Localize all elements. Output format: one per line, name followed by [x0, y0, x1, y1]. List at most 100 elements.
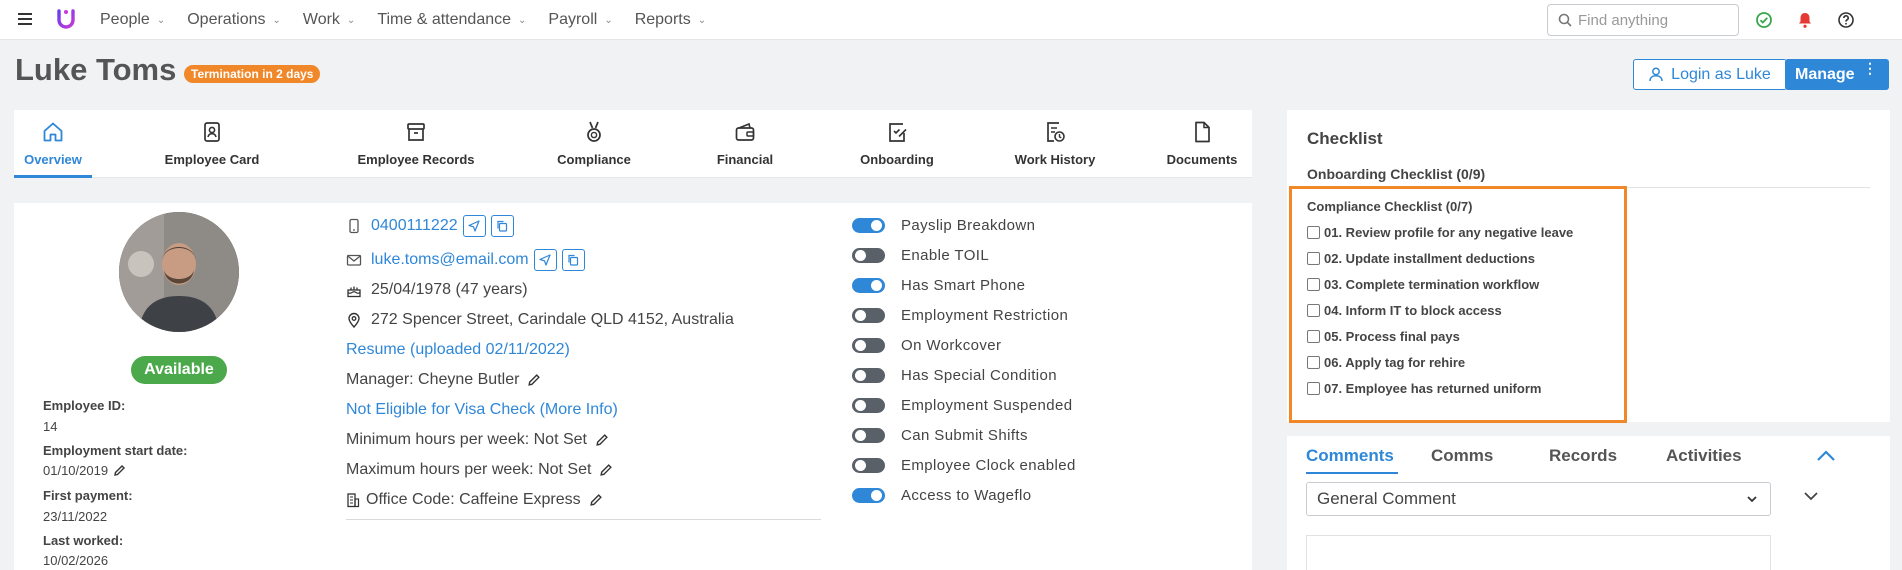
tab-compliance-label: Compliance — [557, 152, 631, 167]
wallet-icon — [735, 122, 755, 141]
nav-work-label: Work — [302, 11, 340, 28]
checklist-item-label: 01. Review profile for any negative leav… — [1324, 225, 1574, 240]
resume-link[interactable]: Resume (uploaded 02/11/2022) — [346, 341, 570, 359]
toggle-switch[interactable] — [852, 337, 885, 353]
tab-compliance[interactable]: Compliance — [540, 110, 648, 178]
availability-badge: Available — [131, 356, 227, 384]
chevron-down-icon: ⌄ — [156, 14, 166, 26]
toggle-can-submit-shifts: Can Submit Shifts — [852, 423, 1028, 447]
checkbox[interactable] — [1307, 356, 1320, 369]
checklist-item-label: 04. Inform IT to block access — [1324, 303, 1502, 318]
status-check-icon[interactable] — [1755, 11, 1773, 29]
top-nav: People ⌄ Operations ⌄ Work ⌄ Time & attenda… — [0, 0, 1902, 40]
tab-overview-label: Overview — [24, 152, 82, 167]
contact-divider — [346, 519, 821, 520]
tab-onboarding-label: Onboarding — [860, 152, 934, 167]
max-hours-text: Maximum hours per week: Not Set — [346, 461, 592, 478]
nav-payroll-label: Payroll — [548, 11, 598, 28]
login-as-button[interactable]: Login as Luke — [1633, 59, 1787, 90]
login-as-label: Login as Luke — [1671, 65, 1771, 83]
tab-comments[interactable]: Comments — [1306, 446, 1394, 466]
checkbox[interactable] — [1307, 252, 1320, 265]
nav-work[interactable]: Work ⌄ — [303, 11, 355, 29]
checkbox[interactable] — [1307, 278, 1320, 291]
toggle-switch[interactable] — [852, 307, 885, 323]
manage-label: Manage — [1795, 65, 1855, 83]
checklist-item-label: 02. Update installment deductions — [1324, 251, 1535, 266]
toggle-switch[interactable] — [852, 487, 885, 503]
toggle-switch[interactable] — [852, 247, 885, 263]
menu-icon[interactable] — [18, 13, 32, 25]
tab-activities[interactable]: Activities — [1666, 446, 1742, 466]
send-email-button[interactable] — [533, 249, 557, 271]
start-date-text: 01/10/2019 — [43, 463, 109, 478]
tab-comms[interactable]: Comms — [1431, 446, 1493, 466]
help-icon[interactable] — [1837, 11, 1855, 29]
manage-button[interactable]: Manage ⋮ — [1785, 59, 1889, 90]
compliance-checklist-header[interactable]: Compliance Checklist (0/7) — [1307, 199, 1472, 214]
bell-icon[interactable] — [1796, 11, 1814, 29]
send-sms-button[interactable] — [462, 215, 486, 237]
global-search[interactable] — [1547, 4, 1739, 36]
toggle-switch[interactable] — [852, 367, 885, 383]
checklist-icon — [889, 123, 907, 142]
toggle-on-workcover: On Workcover — [852, 333, 1001, 357]
tab-documents[interactable]: Documents — [1159, 110, 1245, 178]
checkbox[interactable] — [1307, 382, 1320, 395]
edit-pencil-icon[interactable] — [589, 493, 603, 507]
nav-payroll[interactable]: Payroll ⌄ — [548, 11, 612, 29]
send-icon — [468, 220, 480, 232]
visa-check-link[interactable]: Not Eligible for Visa Check (More Info) — [346, 401, 618, 419]
archive-icon — [407, 123, 425, 141]
tab-work-history[interactable]: Work History — [999, 110, 1111, 178]
toggle-switch[interactable] — [852, 457, 885, 473]
toggle-switch[interactable] — [852, 277, 885, 293]
search-input[interactable] — [1578, 11, 1728, 29]
checkbox[interactable] — [1307, 304, 1320, 317]
nav-people[interactable]: People ⌄ — [100, 11, 165, 29]
toggle-label: Payslip Breakdown — [901, 216, 1036, 234]
nav-time-attendance-label: Time & attendance — [377, 11, 512, 28]
nav-reports[interactable]: Reports ⌄ — [635, 11, 706, 29]
edit-pencil-icon[interactable] — [113, 464, 126, 477]
address-row: 272 Spencer Street, Carindale QLD 4152, … — [346, 308, 734, 332]
tab-financial[interactable]: Financial — [695, 110, 795, 178]
checklist-item-label: 06. Apply tag for rehire — [1324, 355, 1466, 370]
email-link[interactable]: luke.toms@email.com — [371, 251, 529, 269]
copy-icon — [497, 220, 508, 232]
home-icon — [43, 122, 63, 142]
tab-overview[interactable]: Overview — [14, 110, 92, 178]
phone-link[interactable]: 0400111222 — [371, 217, 458, 235]
toggle-switch[interactable] — [852, 217, 885, 233]
copy-email-button[interactable] — [561, 249, 585, 271]
nav-operations[interactable]: Operations ⌄ — [187, 11, 281, 29]
min-hours-text: Minimum hours per week: Not Set — [346, 431, 587, 448]
toggle-switch[interactable] — [852, 427, 885, 443]
nav-time-attendance[interactable]: Time & attendance ⌄ — [377, 11, 526, 29]
comment-textarea[interactable] — [1306, 535, 1771, 570]
tab-records[interactable]: Records — [1549, 446, 1617, 466]
tab-onboarding[interactable]: Onboarding — [842, 110, 952, 178]
checklist-item-label: 05. Process final pays — [1324, 329, 1460, 344]
chevron-up-icon[interactable] — [1816, 450, 1836, 462]
edit-pencil-icon[interactable] — [599, 463, 613, 477]
mobile-icon — [349, 218, 359, 234]
checkbox[interactable] — [1307, 226, 1320, 239]
onboarding-checklist-header[interactable]: Onboarding Checklist (0/9) — [1307, 166, 1485, 182]
nav-reports-label: Reports — [634, 11, 691, 28]
tab-employee-records[interactable]: Employee Records — [346, 110, 486, 178]
checklist-item-label: 07. Employee has returned uniform — [1324, 381, 1542, 396]
dob-text: 25/04/1978 (47 years) — [371, 281, 528, 298]
toggle-switch[interactable] — [852, 397, 885, 413]
chevron-down-icon[interactable] — [1803, 490, 1819, 502]
document-icon — [1195, 121, 1210, 143]
app-logo[interactable] — [56, 8, 76, 30]
checkbox[interactable] — [1307, 330, 1320, 343]
copy-phone-button[interactable] — [490, 215, 514, 237]
tab-employee-card[interactable]: Employee Card — [154, 110, 270, 178]
resume-row: Resume (uploaded 02/11/2022) — [346, 338, 570, 362]
edit-pencil-icon[interactable] — [595, 433, 609, 447]
edit-pencil-icon[interactable] — [527, 373, 541, 387]
employee-id-value: 14 — [43, 419, 57, 434]
comment-type-select[interactable]: General Comment — [1306, 482, 1771, 516]
